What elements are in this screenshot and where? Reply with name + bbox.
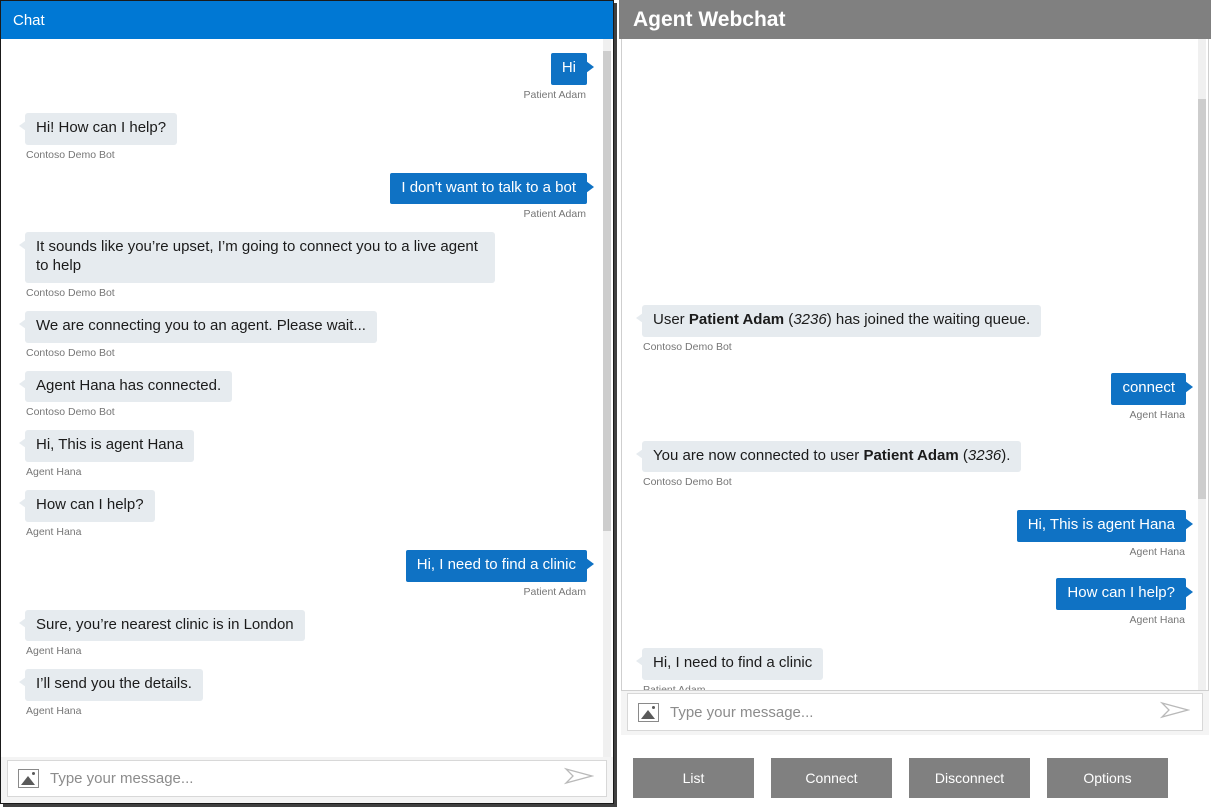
customer-chat-titlebar: Chat [1, 1, 613, 39]
chat-message: You are now connected to user Patient Ad… [636, 441, 1194, 489]
agent-message-list[interactable]: User Patient Adam (3236) has joined the … [621, 39, 1209, 691]
chat-message: Agent Hana has connected. Contoso Demo Bo… [19, 371, 595, 419]
customer-scrollbar[interactable] [603, 39, 611, 757]
incoming-bubble: How can I help? [25, 490, 155, 522]
send-paper-plane-icon[interactable] [1160, 699, 1190, 726]
bubble-text-part: Patient Adam [863, 447, 958, 464]
chat-message: It sounds like you’re upset, I’m going t… [19, 232, 595, 299]
action-button-connect[interactable]: Connect [771, 758, 892, 798]
message-sender-label: Agent Hana [1130, 614, 1185, 626]
message-sender-label: Agent Hana [26, 526, 81, 538]
action-button-list[interactable]: List [633, 758, 754, 798]
agent-message-input[interactable] [670, 704, 1160, 721]
message-sender-label: Agent Hana [26, 466, 81, 478]
bubble-text-part: How can I help? [1067, 584, 1175, 601]
bubble-text-part: ( [959, 447, 968, 464]
customer-message-input[interactable] [50, 770, 564, 787]
outgoing-bubble: connect [1111, 373, 1186, 405]
bubble-text-part: connect [1122, 379, 1175, 396]
bubble-text-part: 3236 [793, 311, 826, 328]
agent-scrollbar[interactable] [1198, 39, 1206, 690]
message-sender-label: Contoso Demo Bot [26, 406, 115, 418]
message-sender-label: Agent Hana [26, 645, 81, 657]
agent-chat-titlebar: Agent Webchat [619, 0, 1211, 39]
incoming-bubble: Agent Hana has connected. [25, 371, 232, 403]
customer-composer[interactable] [7, 760, 607, 797]
bubble-text-part: Hi, I need to find a clinic [653, 654, 812, 671]
chat-message: Hi, This is agent Hana Agent Hana [19, 430, 595, 478]
bubble-text-part: Hi, This is agent Hana [1028, 516, 1175, 533]
bubble-text-part: You are now connected to user [653, 447, 863, 464]
incoming-bubble: It sounds like you’re upset, I’m going t… [25, 232, 495, 283]
chat-message: We are connecting you to an agent. Pleas… [19, 311, 595, 359]
message-sender-label: Agent Hana [26, 705, 81, 717]
customer-message-list[interactable]: Hi Patient Adam Hi! How can I help? Contoso… [1, 39, 613, 757]
agent-webchat-window: Agent Webchat User Patient Adam (3236) h… [619, 0, 1211, 807]
message-sender-label: Contoso Demo Bot [26, 347, 115, 359]
action-button-options[interactable]: Options [1047, 758, 1168, 798]
customer-composer-area [1, 757, 613, 803]
incoming-bubble: Sure, you’re nearest clinic is in London [25, 610, 305, 642]
outgoing-bubble: Hi, I need to find a clinic [406, 550, 587, 582]
customer-scrollbar-thumb[interactable] [603, 51, 611, 531]
chat-message: Hi, I need to find a clinic Patient Adam [19, 550, 595, 598]
bubble-text-part: Patient Adam [689, 311, 784, 328]
bubble-text-part: ). [1001, 447, 1010, 464]
message-sender-label: Patient Adam [524, 208, 586, 220]
action-button-disconnect[interactable]: Disconnect [909, 758, 1030, 798]
chat-message: Hi Patient Adam [19, 53, 595, 101]
message-sender-label: Agent Hana [1130, 546, 1185, 558]
incoming-bubble: Hi, This is agent Hana [25, 430, 194, 462]
agent-action-button-bar: List Connect Disconnect Options [619, 735, 1211, 807]
incoming-bubble: Hi, I need to find a clinic [642, 648, 823, 680]
image-upload-icon[interactable] [18, 769, 39, 788]
chat-message: I’ll send you the details. Agent Hana [19, 669, 595, 717]
message-sender-label: Contoso Demo Bot [26, 287, 115, 299]
dual-webchat-screen: Chat Hi Patient Adam Hi! How can I help? Co… [0, 0, 1211, 807]
message-sender-label: Patient Adam [524, 586, 586, 598]
chat-message: Hi, This is agent Hana Agent Hana [636, 510, 1194, 558]
incoming-bubble: Hi! How can I help? [25, 113, 177, 145]
outgoing-bubble: Hi [551, 53, 587, 85]
outgoing-bubble: How can I help? [1056, 578, 1186, 610]
message-sender-label: Patient Adam [643, 684, 705, 692]
send-paper-plane-icon[interactable] [564, 765, 594, 792]
message-sender-label: Contoso Demo Bot [643, 476, 732, 488]
incoming-bubble: We are connecting you to an agent. Pleas… [25, 311, 377, 343]
agent-composer[interactable] [627, 693, 1203, 731]
outgoing-bubble: I don't want to talk to a bot [390, 173, 587, 205]
chat-message: Hi! How can I help? Contoso Demo Bot [19, 113, 595, 161]
message-sender-label: Patient Adam [524, 89, 586, 101]
message-sender-label: Contoso Demo Bot [26, 149, 115, 161]
agent-composer-area [621, 691, 1209, 735]
message-sender-label: Agent Hana [1130, 409, 1185, 421]
chat-message: How can I help? Agent Hana [19, 490, 595, 538]
chat-message: I don't want to talk to a bot Patient Ada… [19, 173, 595, 221]
message-sender-label: Contoso Demo Bot [643, 341, 732, 353]
agent-scrollbar-thumb[interactable] [1198, 99, 1206, 499]
incoming-bubble: User Patient Adam (3236) has joined the … [642, 305, 1041, 337]
incoming-bubble: I’ll send you the details. [25, 669, 203, 701]
chat-message: Sure, you’re nearest clinic is in London… [19, 610, 595, 658]
agent-chat-title: Agent Webchat [633, 8, 785, 32]
chat-message: User Patient Adam (3236) has joined the … [636, 305, 1194, 353]
chat-message: How can I help? Agent Hana [636, 578, 1194, 626]
customer-chat-title: Chat [13, 12, 45, 29]
customer-chat-window: Chat Hi Patient Adam Hi! How can I help? Co… [0, 0, 614, 804]
chat-message: connect Agent Hana [636, 373, 1194, 421]
bubble-text-part: ) has joined the waiting queue. [827, 311, 1030, 328]
image-upload-icon[interactable] [638, 703, 659, 722]
bubble-text-part: 3236 [968, 447, 1001, 464]
chat-message: Hi, I need to find a clinic Patient Adam [636, 648, 1194, 691]
bubble-text-part: ( [784, 311, 793, 328]
incoming-bubble: You are now connected to user Patient Ad… [642, 441, 1021, 473]
bubble-text-part: User [653, 311, 689, 328]
outgoing-bubble: Hi, This is agent Hana [1017, 510, 1186, 542]
